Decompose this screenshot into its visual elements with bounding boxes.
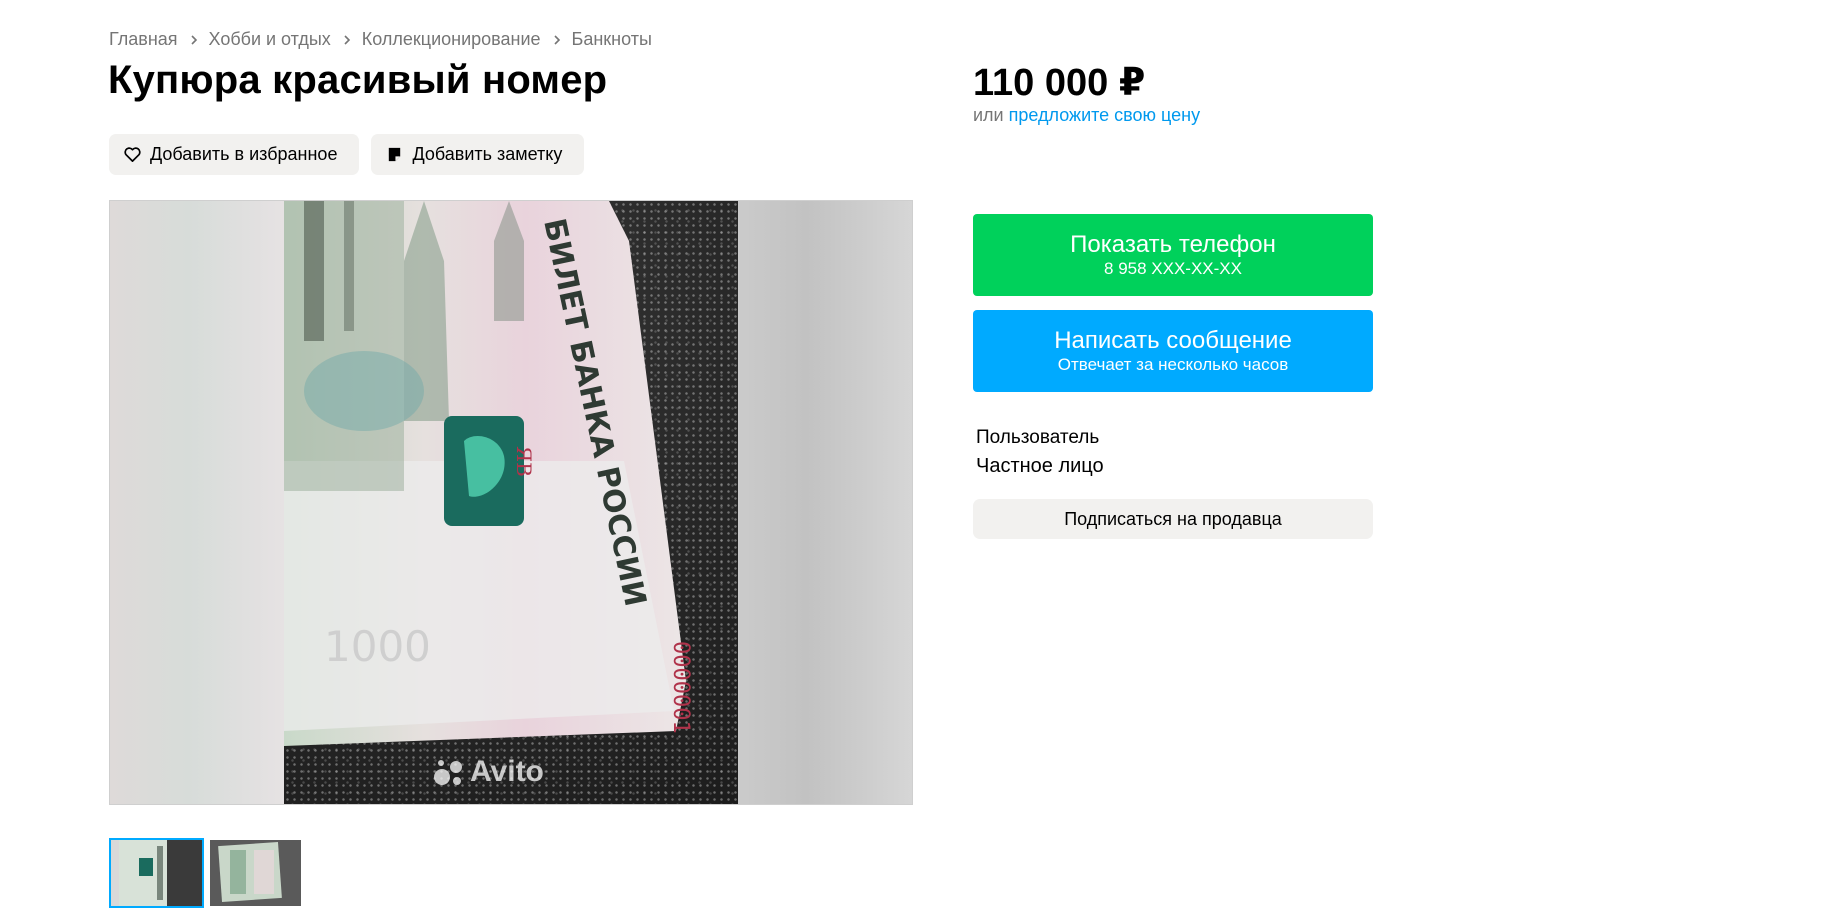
breadcrumb-collecting[interactable]: Коллекционирование bbox=[362, 29, 541, 50]
heart-icon bbox=[123, 145, 142, 164]
breadcrumb: Главная Хобби и отдых Коллекционирование… bbox=[109, 29, 652, 50]
write-message-label: Написать сообщение bbox=[1054, 327, 1292, 354]
serial-series: ЯВ bbox=[512, 446, 536, 477]
serial-number: 0000001 bbox=[668, 641, 693, 734]
banknote-denomination: 1000 bbox=[324, 622, 431, 671]
phone-masked: 8 958 XXX-XX-XX bbox=[1104, 259, 1242, 278]
breadcrumb-banknotes[interactable]: Банкноты bbox=[572, 29, 652, 50]
listing-actions: Добавить в избранное Добавить заметку bbox=[109, 134, 585, 175]
price: 110 000 ₽ bbox=[973, 62, 1146, 104]
note-icon bbox=[385, 145, 404, 164]
avito-watermark-text: Avito bbox=[470, 755, 544, 788]
add-note-button[interactable]: Добавить заметку bbox=[371, 134, 585, 175]
chevron-right-icon bbox=[341, 34, 353, 46]
add-note-label: Добавить заметку bbox=[412, 144, 563, 164]
gallery-blur-right bbox=[736, 201, 912, 804]
avito-logo-icon bbox=[434, 760, 462, 785]
seller-type: Частное лицо bbox=[976, 455, 1104, 477]
breadcrumb-hobby[interactable]: Хобби и отдых bbox=[209, 29, 331, 50]
add-to-favorites-label: Добавить в избранное bbox=[150, 144, 338, 164]
thumbnail-2[interactable] bbox=[208, 838, 303, 908]
photo-gallery[interactable]: 0000001 ЯВ БИЛЕТ БАНКА РОССИИ 1000 Avito bbox=[109, 200, 913, 805]
price-offer: или предложите свою цену bbox=[973, 105, 1200, 126]
suggest-price-link[interactable]: предложите свою цену bbox=[1009, 105, 1200, 125]
banknote-image: 0000001 ЯВ БИЛЕТ БАНКА РОССИИ 1000 bbox=[284, 201, 693, 746]
avito-watermark: Avito bbox=[432, 755, 544, 789]
write-message-button[interactable]: Написать сообщение Отвечает за несколько… bbox=[973, 310, 1373, 392]
add-to-favorites-button[interactable]: Добавить в избранное bbox=[109, 134, 360, 175]
response-time: Отвечает за несколько часов bbox=[1057, 355, 1289, 374]
page-title: Купюра красивый номер bbox=[108, 58, 608, 102]
breadcrumb-home[interactable]: Главная bbox=[109, 29, 178, 50]
show-phone-button[interactable]: Показать телефон 8 958 XXX-XX-XX bbox=[973, 214, 1373, 296]
photo-thumbnails bbox=[109, 838, 303, 908]
offer-prefix: или bbox=[973, 105, 1004, 125]
show-phone-label: Показать телефон bbox=[1070, 231, 1276, 258]
gallery-blur-left bbox=[110, 201, 284, 804]
subscribe-seller-button[interactable]: Подписаться на продавца bbox=[973, 499, 1373, 539]
chevron-right-icon bbox=[188, 34, 200, 46]
thumbnail-1[interactable] bbox=[109, 838, 204, 908]
seller-name[interactable]: Пользователь bbox=[976, 427, 1099, 449]
chevron-right-icon bbox=[551, 34, 563, 46]
main-photo[interactable]: 0000001 ЯВ БИЛЕТ БАНКА РОССИИ 1000 bbox=[284, 201, 738, 804]
